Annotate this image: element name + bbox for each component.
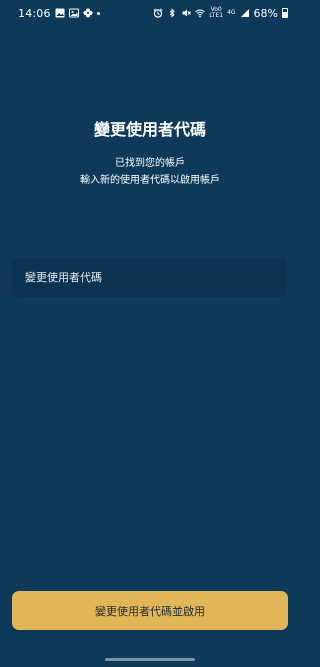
battery-percent: 68% [253, 6, 278, 20]
status-bar: 14:06 Vo0 LTE1 4G 68% [0, 0, 300, 26]
status-left: 14:06 [18, 7, 100, 20]
home-indicator[interactable] [105, 658, 195, 661]
battery-icon [282, 8, 288, 18]
page-title: 變更使用者代碼 [93, 120, 206, 139]
gallery-icon [68, 8, 79, 18]
alarm-icon [153, 8, 163, 18]
wifi-icon [195, 8, 206, 18]
network-type-label: 4G [227, 9, 236, 16]
network-bottom-label: LTE1 [209, 12, 224, 19]
status-time: 14:06 [18, 6, 51, 20]
username-field[interactable] [12, 258, 287, 297]
volte-icon: Vo0 LTE1 [209, 7, 223, 19]
flower-icon [83, 8, 93, 18]
image-icon [55, 8, 65, 18]
bluetooth-icon [167, 8, 177, 18]
change-and-activate-button[interactable]: 變更使用者代碼並啟用 [12, 591, 288, 630]
network-type: 4G [227, 10, 235, 16]
username-input[interactable] [25, 271, 274, 284]
signal-icon [240, 8, 250, 18]
mute-icon [181, 8, 192, 18]
status-right: Vo0 LTE1 4G 68% [153, 7, 288, 20]
subtitle-account-found: 已找到您的帳戶 [115, 158, 185, 169]
dot-icon [96, 11, 100, 15]
subtitle-instructions: 輸入新的使用者代碼以啟用帳戶 [80, 175, 220, 186]
